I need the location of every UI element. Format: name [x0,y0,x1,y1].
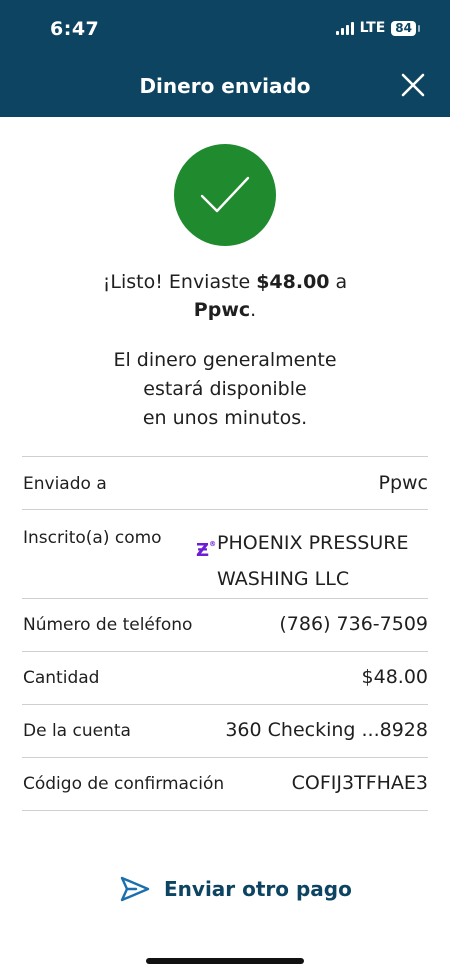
close-icon[interactable] [400,72,426,98]
info-line: estará disponible [143,378,307,400]
enrolled-name-line: PHOENIX PRESSURE [217,532,409,554]
detail-value: COFIJ3TFHAE3 [291,772,428,794]
info-line: El dinero generalmente [113,349,337,371]
detail-label: Cantidad [23,668,100,688]
success-badge [174,144,276,246]
zelle-icon: Ƶ® [196,540,217,561]
detail-label: De la cuenta [23,721,131,741]
home-indicator[interactable] [146,958,304,964]
send-another-payment-button[interactable]: Enviar otro pago [120,876,352,902]
battery-icon: 84 [391,20,420,36]
detail-row-phone: Número de teléfono (786) 736-7509 [22,598,428,651]
detail-value: 360 Checking ...8928 [225,719,428,741]
detail-label: Código de confirmación [23,774,225,794]
success-middle: a [329,271,348,293]
recipient-name: Ppwc [193,299,251,321]
status-time: 6:47 [50,18,100,40]
success-recipient-line: Ppwc. [0,296,450,324]
detail-value: $48.00 [361,666,428,688]
signal-icon [335,21,354,35]
detail-label: Enviado a [23,474,107,494]
success-suffix: . [250,299,257,321]
detail-row-amount: Cantidad $48.00 [22,651,428,704]
checkmark-icon [200,176,250,213]
status-indicators: LTE 84 [335,20,420,36]
success-message: ¡Listo! Enviaste $48.00 a [0,268,450,296]
detail-row-confirmation: Código de confirmación COFIJ3TFHAE3 [22,757,428,811]
network-type: LTE [359,20,386,36]
page-title: Dinero enviado [139,74,311,98]
detail-row-enrolled-as: Inscrito(a) como Ƶ® PHOENIX PRESSURE WAS… [22,509,428,598]
enrolled-name-line: WASHING LLC [217,568,350,590]
detail-label: Número de teléfono [23,615,193,635]
app-header: 6:47 LTE 84 Dinero enviado [0,0,450,117]
detail-value: PHOENIX PRESSURE WASHING LLC [217,525,408,597]
info-line: en unos minutos. [142,407,308,429]
availability-info: El dinero generalmente estará disponible… [0,346,450,433]
transaction-details: Enviado a Ppwc Inscrito(a) como Ƶ® PHOEN… [22,456,428,811]
detail-label: Inscrito(a) como [23,528,162,548]
detail-value: Ppwc [378,472,428,494]
detail-value: (786) 736-7509 [279,613,428,635]
sent-amount: $48.00 [256,271,330,293]
send-icon [120,876,150,902]
send-another-label: Enviar otro pago [164,877,352,901]
detail-row-account: De la cuenta 360 Checking ...8928 [22,704,428,757]
success-prefix: ¡Listo! Enviaste [102,271,257,293]
detail-row-recipient: Enviado a Ppwc [22,456,428,509]
